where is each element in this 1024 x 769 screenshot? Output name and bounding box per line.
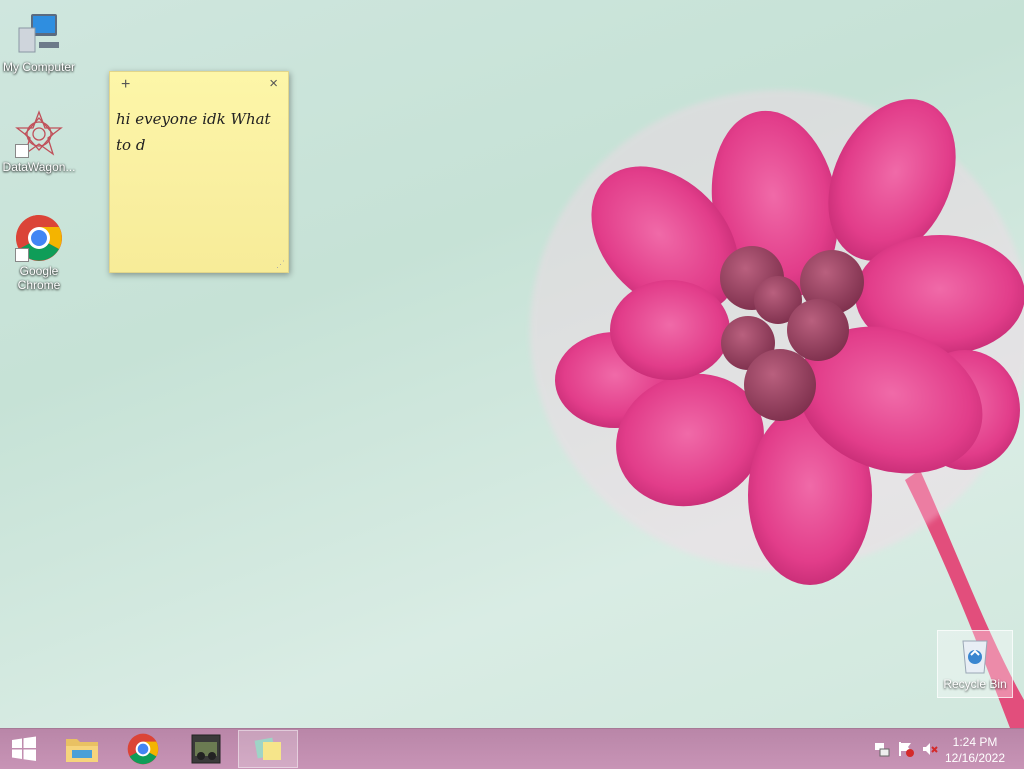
file-explorer-button[interactable] [52,730,112,768]
close-note-button[interactable]: × [269,75,278,92]
desktop-icon-google-chrome[interactable]: Google Chrome [0,214,78,292]
desktop-icon-recycle-bin[interactable]: Recycle Bin [937,630,1013,698]
add-note-button[interactable]: + [121,76,130,94]
datawagon-icon [15,110,63,158]
action-center-flag-icon[interactable] [898,741,914,757]
sticky-notes-taskbar-button[interactable] [238,730,298,768]
desktop-icon-label: DataWagon... [2,160,76,174]
chrome-icon [15,214,63,262]
windows-logo-icon [12,736,36,761]
taskbar: 1:24 PM 12/16/2022 [0,728,1024,769]
sticky-note-window[interactable]: + × hi eveyone idk What to d ⋰ [109,71,289,273]
clock-time: 1:24 PM [952,735,998,749]
network-icon[interactable] [874,741,890,757]
recycle-bin-icon [955,635,995,675]
chrome-taskbar-button[interactable] [113,730,173,768]
volume-muted-icon[interactable] [922,741,938,757]
sticky-note-text[interactable]: hi eveyone idk What to d [110,98,288,158]
system-clock[interactable]: 1:24 PM 12/16/2022 [940,734,1010,766]
desktop-icon-label: Google Chrome [17,264,61,292]
resize-grip-icon[interactable]: ⋰ [276,259,285,270]
clock-date: 12/16/2022 [944,751,1006,765]
photo-app-icon [191,734,221,764]
sticky-notes-icon [254,737,281,760]
start-button[interactable] [0,730,48,768]
computer-icon [15,10,63,58]
chrome-icon [127,733,159,765]
sticky-note-titlebar[interactable]: + × [110,72,288,98]
desktop-icon-my-computer[interactable]: My Computer [0,10,78,74]
folder-icon [66,739,98,762]
shortcut-arrow-icon [15,144,29,158]
shortcut-arrow-icon [15,248,29,262]
photo-app-button[interactable] [176,730,236,768]
desktop-icon-label: My Computer [2,60,76,74]
desktop-icon-datawagon[interactable]: DataWagon... [0,110,78,174]
recycle-bin-label: Recycle Bin [943,677,1007,691]
